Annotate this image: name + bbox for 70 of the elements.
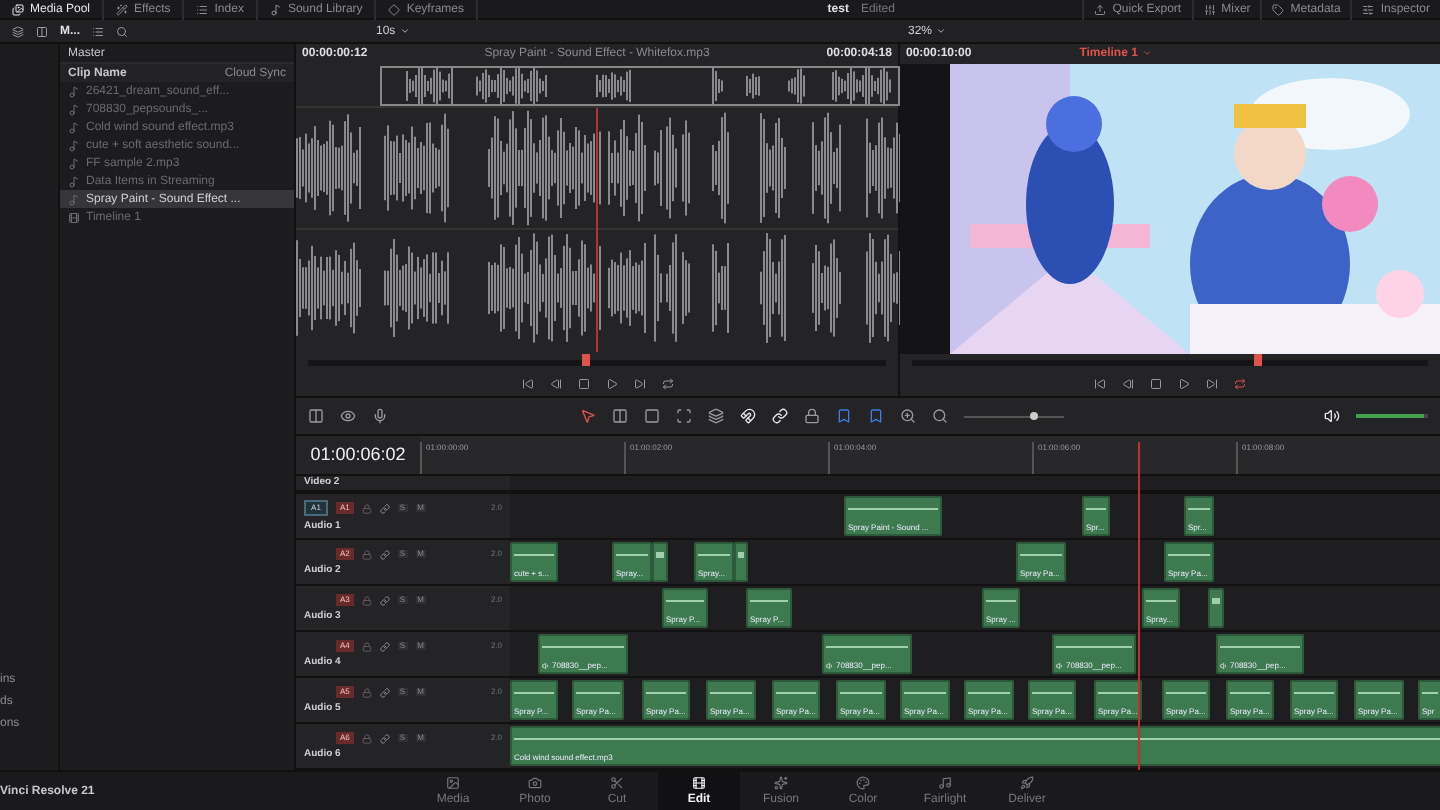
- sparkles-icon: [774, 776, 788, 790]
- music-icon: [938, 776, 952, 790]
- skip-back-icon[interactable]: [521, 378, 533, 390]
- list-icon[interactable]: [92, 25, 104, 37]
- timecode: 01:00:06:02: [310, 446, 406, 464]
- scan-icon[interactable]: [676, 408, 692, 424]
- search-icon[interactable]: [932, 408, 948, 424]
- speaker-icon: [542, 662, 550, 670]
- columns-icon[interactable]: [308, 408, 324, 424]
- tag-icon: [1272, 3, 1285, 15]
- pointer-icon[interactable]: [580, 408, 596, 424]
- flag-icon[interactable]: [836, 408, 852, 424]
- overview-selection[interactable]: [380, 66, 900, 106]
- marker-icon[interactable]: [868, 408, 884, 424]
- wand-icon: [116, 3, 129, 15]
- music-icon: [68, 85, 80, 97]
- skip-back-icon[interactable]: [1094, 378, 1106, 391]
- film-icon: [68, 211, 80, 223]
- rocket-icon: [1020, 776, 1034, 790]
- zoom-icon[interactable]: [900, 408, 916, 424]
- sliders-icon: [1362, 3, 1375, 15]
- stop-icon[interactable]: [577, 378, 589, 390]
- layers-icon[interactable]: [708, 408, 724, 424]
- chevron-down-icon: [1141, 48, 1152, 59]
- play-icon[interactable]: [605, 378, 617, 390]
- audio-clip[interactable]: [1208, 588, 1224, 628]
- speaker-icon: [1220, 662, 1228, 670]
- scrubber-handle[interactable]: [1253, 354, 1262, 367]
- reverse-icon[interactable]: [1122, 378, 1134, 391]
- search-icon[interactable]: [116, 25, 128, 37]
- microphone-icon[interactable]: [372, 408, 388, 424]
- speaker-icon[interactable]: [1324, 408, 1340, 424]
- reverse-icon[interactable]: [549, 378, 561, 390]
- camera-icon: [528, 776, 542, 790]
- stop-icon[interactable]: [1150, 378, 1162, 391]
- loop-icon[interactable]: [661, 378, 673, 390]
- music-icon: [68, 157, 80, 169]
- scissors-icon: [610, 776, 624, 790]
- eye-icon[interactable]: [340, 408, 356, 424]
- upload-icon: [1094, 3, 1107, 15]
- slider-thumb[interactable]: [1030, 411, 1038, 419]
- list-icon: [196, 3, 209, 15]
- audio-clip[interactable]: [734, 542, 748, 582]
- music-icon: [68, 193, 80, 205]
- link-icon[interactable]: [772, 408, 788, 424]
- film-icon: [692, 776, 706, 790]
- skip-forward-icon[interactable]: [1206, 378, 1218, 391]
- magnet-icon[interactable]: [740, 408, 756, 424]
- audio-clip[interactable]: [652, 542, 668, 582]
- loop-icon[interactable]: [1234, 378, 1246, 391]
- columns-icon[interactable]: [36, 25, 48, 37]
- layers-icon[interactable]: [12, 25, 24, 37]
- play-icon[interactable]: [1178, 378, 1190, 391]
- speaker-icon: [826, 662, 834, 670]
- music-icon: [68, 121, 80, 133]
- palette-icon: [856, 776, 870, 790]
- skip-forward-icon[interactable]: [633, 378, 645, 390]
- lock-icon[interactable]: [804, 408, 820, 424]
- music-icon: [68, 175, 80, 187]
- music-icon: [68, 103, 80, 115]
- sliders-icon: [1203, 3, 1216, 15]
- chevron-down-icon: [936, 26, 947, 36]
- music-icon: [68, 139, 80, 151]
- chevron-down-icon: [399, 26, 410, 36]
- images-icon: [12, 3, 24, 15]
- image-icon: [446, 776, 460, 790]
- speaker-icon: [1056, 662, 1064, 670]
- scrubber-handle[interactable]: [581, 353, 590, 365]
- diamond-icon: [388, 3, 401, 15]
- music-icon: [269, 3, 282, 15]
